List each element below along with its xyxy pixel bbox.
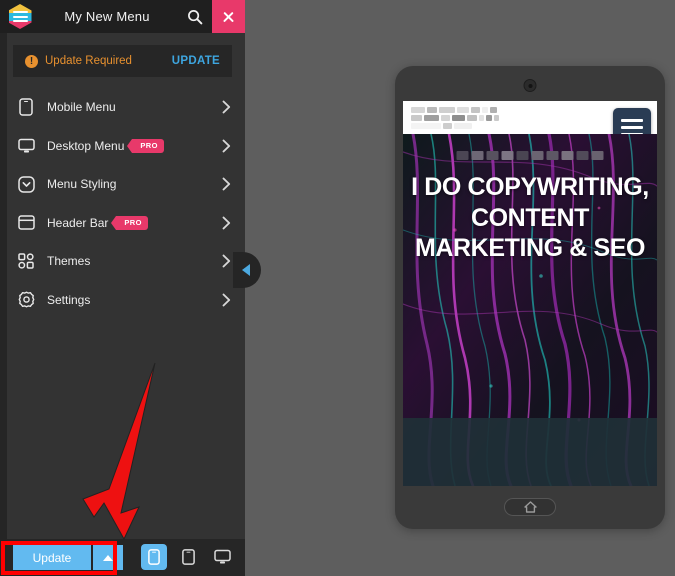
preview-hero-section: I DO COPYWRITING, CONTENT MARKETING & SE…: [403, 134, 657, 486]
sidebar-item-label: Mobile Menu: [47, 100, 116, 115]
hero-overlay-band: [403, 418, 657, 486]
close-button[interactable]: [212, 0, 245, 33]
blurred-site-logo: [411, 107, 521, 131]
sidebar-item-label: Header Bar: [47, 215, 109, 230]
hero-headline: I DO COPYWRITING, CONTENT MARKETING & SE…: [411, 173, 649, 262]
close-icon: [222, 10, 235, 23]
hexagon-menu-logo-icon: [8, 4, 32, 29]
app-logo: [0, 0, 40, 33]
sidebar-item-mobile-menu[interactable]: Mobile Menu: [7, 88, 245, 127]
update-required-label: Update Required: [45, 55, 132, 67]
device-button-mobile[interactable]: [141, 544, 167, 570]
sidebar-left-rail: [0, 33, 7, 576]
pro-badge: PRO: [127, 138, 164, 153]
preview-site-header: [403, 101, 657, 146]
menu-editor-sidebar: My New Menu ! Update Required UPDATE Mob…: [0, 0, 245, 576]
sidebar-item-label: Settings: [47, 292, 91, 307]
header-bar-window-icon: [15, 212, 37, 234]
device-button-desktop[interactable]: [209, 544, 235, 570]
chevron-right-icon: [222, 293, 231, 307]
device-button-tablet[interactable]: [175, 544, 201, 570]
sidebar-item-themes[interactable]: Themes: [7, 242, 245, 281]
grid-squares-icon: [15, 250, 37, 272]
gear-icon: [15, 289, 37, 311]
sidebar-menu-list: Mobile Menu Desktop Menu PRO Menu Stylin…: [7, 88, 245, 319]
home-button[interactable]: [504, 498, 556, 516]
front-camera-icon: [523, 79, 537, 92]
preview-screen: I DO COPYWRITING, CONTENT MARKETING & SE…: [403, 101, 657, 486]
update-dropdown-button[interactable]: [93, 545, 123, 570]
search-icon[interactable]: [178, 0, 212, 33]
chevron-right-icon: [222, 254, 231, 268]
chevron-right-icon: [222, 139, 231, 153]
caret-up-icon: [103, 554, 113, 561]
blurred-eyebrow-text: [456, 151, 604, 160]
sidebar-item-settings[interactable]: Settings: [7, 281, 245, 320]
sidebar-item-menu-styling[interactable]: Menu Styling: [7, 165, 245, 204]
bottom-toolbar: Update: [7, 539, 245, 576]
device-preview-toggle: [141, 544, 235, 570]
panel-header: My New Menu: [0, 0, 245, 33]
circle-chevron-down-icon: [15, 173, 37, 195]
sidebar-item-label: Menu Styling: [47, 177, 117, 192]
page-title: My New Menu: [64, 9, 150, 24]
sidebar-item-header-bar[interactable]: Header Bar PRO: [7, 204, 245, 243]
sidebar-item-desktop-menu[interactable]: Desktop Menu PRO: [7, 127, 245, 166]
sidebar-item-label: Desktop Menu: [47, 138, 125, 153]
chevron-right-icon: [222, 177, 231, 191]
warning-exclamation-icon: !: [25, 54, 38, 68]
desktop-monitor-icon: [15, 135, 37, 157]
mobile-preview-frame: I DO COPYWRITING, CONTENT MARKETING & SE…: [395, 66, 665, 529]
panel-collapse-handle[interactable]: [233, 252, 261, 288]
app-root: My New Menu ! Update Required UPDATE Mob…: [0, 0, 675, 576]
chevron-right-icon: [222, 100, 231, 114]
update-required-banner: ! Update Required UPDATE: [13, 45, 232, 77]
home-icon: [523, 501, 537, 513]
update-button[interactable]: Update: [13, 545, 91, 570]
mobile-phone-icon: [15, 96, 37, 118]
chevron-right-icon: [222, 216, 231, 230]
pro-badge: PRO: [111, 215, 148, 230]
banner-update-link[interactable]: UPDATE: [172, 55, 220, 67]
collapse-left-triangle-icon: [241, 264, 250, 276]
sidebar-item-label: Themes: [47, 254, 91, 269]
update-button-group: Update: [13, 545, 123, 570]
